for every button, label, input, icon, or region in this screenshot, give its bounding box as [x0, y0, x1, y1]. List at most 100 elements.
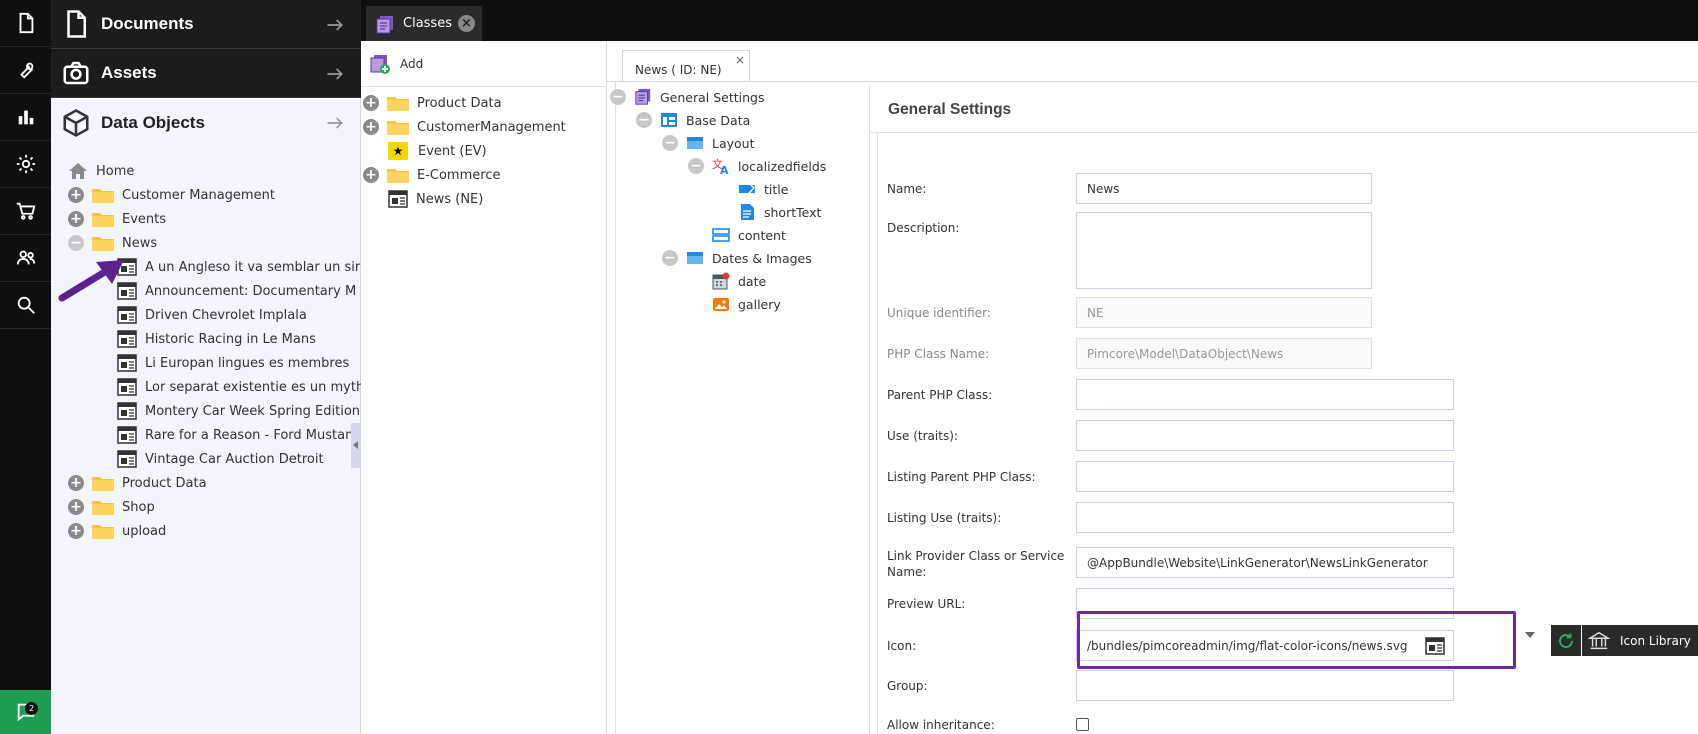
- folder-icon: [92, 237, 114, 251]
- close-icon[interactable]: ×: [735, 53, 745, 67]
- assets-header[interactable]: Assets: [51, 49, 361, 98]
- documents-rail-button[interactable]: [0, 0, 51, 47]
- layout-node-general-settings[interactable]: − General Settings: [610, 86, 765, 108]
- layout-node-localizedfields[interactable]: − 文A localizedfields: [688, 155, 826, 177]
- layout-node-label: Base Data: [686, 112, 751, 128]
- tree-item-news-object[interactable]: Rare for a Reason - Ford Mustang: [117, 424, 361, 446]
- textarea-icon: [741, 204, 754, 220]
- description-textarea[interactable]: [1076, 212, 1372, 289]
- tab-classes[interactable]: Classes ×: [366, 6, 482, 41]
- users-rail-button[interactable]: [0, 235, 51, 282]
- add-class-button[interactable]: Add: [369, 49, 423, 79]
- tree-item-label: Montery Car Week Spring Edition: [145, 403, 361, 419]
- news-icon: [117, 450, 137, 468]
- tree-item-news-object[interactable]: Lor separat existentie es un myth: [117, 376, 361, 398]
- tree-item-home[interactable]: Home: [68, 160, 134, 182]
- layout-node-base-data[interactable]: − Base Data: [636, 109, 750, 131]
- panel-icon: [661, 113, 677, 127]
- link-provider-input[interactable]: @AppBundle\Website\LinkGenerator\NewsLin…: [1076, 547, 1454, 578]
- ecommerce-rail-button[interactable]: [0, 188, 51, 235]
- layout-node-label: date: [738, 273, 767, 289]
- layout-tree: − General Settings − Base Data − Layout …: [607, 86, 870, 734]
- refresh-icon-button[interactable]: [1551, 625, 1581, 656]
- tree-item-shop[interactable]: + Shop: [68, 496, 155, 518]
- tree-item-label: A un Angleso it va semblar un sir: [145, 259, 361, 275]
- collapse-minus-icon[interactable]: −: [662, 135, 678, 151]
- layout-node-gallery[interactable]: gallery: [712, 293, 781, 315]
- class-item-event[interactable]: ★ Event (EV): [388, 140, 487, 162]
- tree-item-news-object[interactable]: Driven Chevrolet Implala: [117, 304, 361, 326]
- arrow-right-icon[interactable]: [325, 15, 345, 35]
- icon-library-button[interactable]: Icon Library: [1582, 625, 1698, 656]
- settings-rail-button[interactable]: [0, 141, 51, 188]
- arrow-right-icon[interactable]: [325, 64, 345, 84]
- tree-item-label: Product Data: [122, 475, 207, 491]
- expand-plus-icon[interactable]: +: [363, 119, 379, 135]
- reports-rail-button[interactable]: [0, 94, 51, 141]
- tree-item-news-object[interactable]: Historic Racing in Le Mans: [117, 328, 361, 350]
- search-rail-button[interactable]: [0, 282, 51, 329]
- arrow-right-icon[interactable]: [325, 113, 345, 133]
- tree-item-upload[interactable]: + upload: [68, 520, 166, 542]
- collapse-minus-icon[interactable]: −: [688, 158, 704, 174]
- expand-plus-icon[interactable]: +: [363, 95, 379, 111]
- notifications-button[interactable]: 2: [0, 690, 51, 734]
- navigation-panel: Documents Assets Data Objects Home + Cus…: [51, 0, 361, 734]
- tab-news-class[interactable]: News ( ID: NE) ×: [622, 50, 750, 81]
- class-item-news[interactable]: News (NE): [388, 188, 483, 210]
- collapse-panel-handle[interactable]: [351, 423, 361, 468]
- use-traits-input[interactable]: [1076, 420, 1454, 451]
- expand-plus-icon[interactable]: +: [363, 167, 379, 183]
- listing-parent-php-class-input[interactable]: [1076, 461, 1454, 492]
- expand-plus-icon[interactable]: +: [68, 523, 84, 539]
- allow-inheritance-label: Allow inheritance:: [887, 718, 995, 732]
- collapse-minus-icon[interactable]: −: [636, 112, 652, 128]
- expand-plus-icon[interactable]: +: [68, 475, 84, 491]
- layout-node-layout[interactable]: − Layout: [662, 132, 755, 154]
- expand-plus-icon[interactable]: +: [68, 499, 84, 515]
- class-folder-ecommerce[interactable]: + E-Commerce: [363, 164, 500, 186]
- allow-inheritance-checkbox[interactable]: [1076, 718, 1089, 731]
- tab-news-label: News ( ID: NE): [635, 63, 722, 77]
- expand-plus-icon[interactable]: +: [68, 187, 84, 203]
- tree-item-news-object[interactable]: Montery Car Week Spring Edition: [117, 400, 361, 422]
- collapse-minus-icon[interactable]: −: [68, 235, 84, 251]
- layout-node-shorttext[interactable]: shortText: [738, 201, 821, 223]
- layout-node-dates-images[interactable]: − Dates & Images: [662, 247, 812, 269]
- annotation-arrow-icon: [58, 260, 124, 302]
- listing-use-traits-input[interactable]: [1076, 502, 1454, 533]
- group-input[interactable]: [1076, 670, 1454, 701]
- tree-item-events[interactable]: + Events: [68, 208, 166, 230]
- name-input[interactable]: News: [1076, 173, 1372, 204]
- layout-icon: [687, 252, 703, 264]
- layout-node-content[interactable]: content: [712, 224, 786, 246]
- class-folder-customer-management[interactable]: + CustomerManagement: [363, 116, 566, 138]
- layout-node-date[interactable]: date: [712, 270, 766, 292]
- tree-item-news-object[interactable]: Vintage Car Auction Detroit: [117, 448, 361, 470]
- tree-item-product-data[interactable]: + Product Data: [68, 472, 207, 494]
- layout-node-label: gallery: [738, 296, 781, 312]
- close-icon[interactable]: ×: [458, 15, 475, 32]
- tab-underline: [607, 81, 1698, 82]
- data-objects-header[interactable]: Data Objects: [51, 98, 361, 147]
- classes-icon: [376, 15, 393, 33]
- parent-php-class-input[interactable]: [1076, 379, 1454, 410]
- tree-item-news-object[interactable]: A un Angleso it va semblar un sir: [117, 256, 361, 278]
- documents-header[interactable]: Documents: [51, 0, 361, 49]
- collapse-minus-icon[interactable]: −: [662, 250, 678, 266]
- news-icon: [117, 354, 137, 372]
- icon-library-label: Icon Library: [1620, 633, 1691, 648]
- name-label: Name:: [887, 182, 927, 196]
- tree-item-news-object[interactable]: Li Europan lingues es membres: [117, 352, 361, 374]
- tree-item-news-object[interactable]: Announcement: Documentary M: [117, 280, 361, 302]
- expand-plus-icon[interactable]: +: [68, 211, 84, 227]
- collapse-minus-icon[interactable]: −: [610, 89, 626, 105]
- tree-item-label: Lor separat existentie es un myth: [145, 379, 361, 395]
- chevron-down-icon[interactable]: [1525, 632, 1535, 638]
- tree-item-customer-management[interactable]: + Customer Management: [68, 184, 275, 206]
- layout-node-title[interactable]: title: [738, 178, 788, 200]
- class-folder-product-data[interactable]: + Product Data: [363, 92, 502, 114]
- tools-rail-button[interactable]: [0, 47, 51, 94]
- tree-item-news[interactable]: − News: [68, 232, 157, 254]
- preview-url-label: Preview URL:: [887, 597, 966, 611]
